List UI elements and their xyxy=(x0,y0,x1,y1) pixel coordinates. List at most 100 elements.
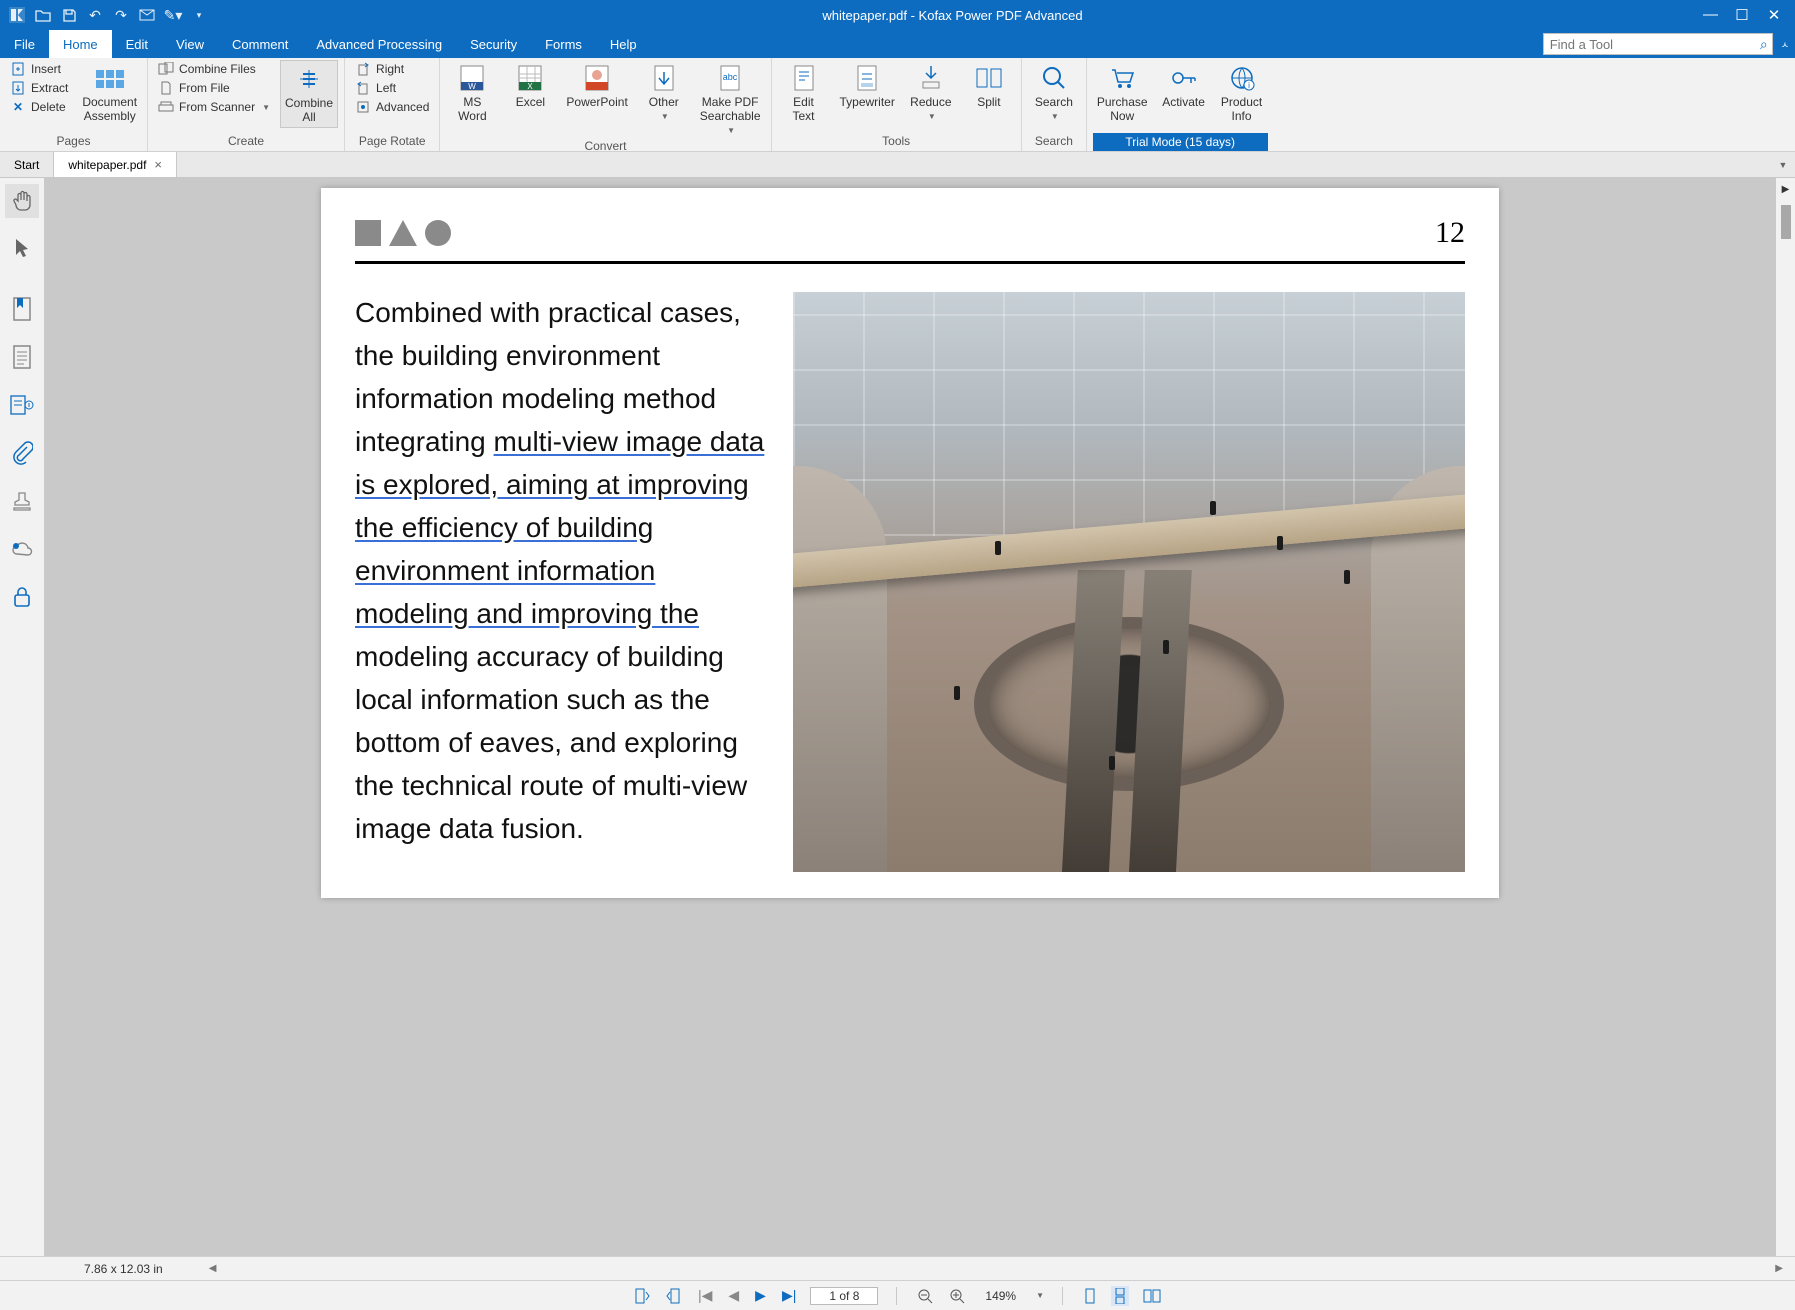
combine-all-label: Combine All xyxy=(285,97,333,125)
facing-view-icon[interactable] xyxy=(1141,1289,1163,1303)
undo-icon[interactable]: ↶ xyxy=(86,6,104,24)
make-pdf-searchable-label: Make PDF Searchable xyxy=(700,96,761,124)
from-file-button[interactable]: From File xyxy=(154,79,274,97)
from-scanner-button[interactable]: From Scanner ▼ xyxy=(154,98,274,116)
vertical-scrollbar-thumb[interactable] xyxy=(1781,205,1791,239)
combine-files-label: Combine Files xyxy=(179,62,256,76)
first-page-icon[interactable]: |◀ xyxy=(696,1287,714,1304)
menu-comment[interactable]: Comment xyxy=(218,30,302,58)
ribbon-group-search-label: Search xyxy=(1028,132,1080,151)
convert-ppt-button[interactable]: PowerPoint xyxy=(562,60,631,112)
menu-edit[interactable]: Edit xyxy=(112,30,162,58)
menu-file[interactable]: File xyxy=(0,30,49,58)
rotate-left-button[interactable]: Left xyxy=(351,79,433,97)
continuous-view-icon[interactable] xyxy=(1111,1286,1129,1306)
rotate-right-button[interactable]: Right xyxy=(351,60,433,78)
document-assembly-button[interactable]: Document Assembly xyxy=(78,60,141,126)
mail-icon[interactable] xyxy=(138,6,156,24)
extract-button[interactable]: Extract xyxy=(6,79,72,97)
fit-page-icon[interactable] xyxy=(632,1288,652,1304)
tab-start[interactable]: Start xyxy=(0,152,54,177)
page-image xyxy=(793,292,1465,872)
maximize-button[interactable]: ☐ xyxy=(1735,6,1749,24)
search-icon[interactable]: ⌕ xyxy=(1760,36,1768,53)
reduce-label: Reduce xyxy=(910,96,951,110)
make-pdf-searchable-button[interactable]: abcMake PDF Searchable▼ xyxy=(696,60,765,137)
combine-all-button[interactable]: Combine All xyxy=(280,60,338,128)
qat-customize-icon[interactable]: ▾ xyxy=(190,6,208,24)
quick-access-toolbar: ↶ ↷ ✎▾ ▾ xyxy=(0,6,216,24)
ribbon-collapse-icon[interactable]: ㅅ xyxy=(1781,38,1795,51)
document-assembly-icon xyxy=(94,62,126,94)
convert-word-button[interactable]: WMS Word xyxy=(446,60,498,126)
form-panel-icon[interactable] xyxy=(5,388,39,422)
find-a-tool[interactable]: ⌕ xyxy=(1543,33,1773,55)
expand-right-panel-icon[interactable]: ▶ xyxy=(1782,184,1790,195)
from-scanner-label: From Scanner xyxy=(179,100,255,114)
scroll-right-icon[interactable]: ▶ xyxy=(1775,1263,1783,1274)
zoom-out-icon[interactable] xyxy=(915,1288,935,1304)
powerpoint-icon xyxy=(581,62,613,94)
chevron-down-icon: ▼ xyxy=(928,112,936,121)
page-indicator[interactable]: 1 of 8 xyxy=(810,1287,878,1305)
menu-advanced-processing[interactable]: Advanced Processing xyxy=(302,30,456,58)
edit-text-button[interactable]: Edit Text xyxy=(778,60,830,126)
word-icon: W xyxy=(456,62,488,94)
delete-button[interactable]: ✕Delete xyxy=(6,98,72,116)
page-viewport[interactable]: 12 Combined with practical cases, the bu… xyxy=(45,178,1775,1256)
page-dimensions: 7.86 x 12.03 in xyxy=(84,1262,163,1276)
find-a-tool-input[interactable] xyxy=(1544,37,1772,52)
menu-forms[interactable]: Forms xyxy=(531,30,596,58)
convert-excel-button[interactable]: XExcel xyxy=(504,60,556,112)
security-panel-icon[interactable] xyxy=(5,580,39,614)
split-button[interactable]: Split xyxy=(963,60,1015,112)
scroll-left-icon[interactable]: ◀ xyxy=(209,1263,217,1274)
attachment-panel-icon[interactable] xyxy=(5,436,39,470)
tabs-dropdown[interactable]: ▼ xyxy=(1771,152,1795,177)
zoom-dropdown-icon[interactable]: ▼ xyxy=(1036,1291,1044,1300)
hand-tool[interactable] xyxy=(5,184,39,218)
prev-page-icon[interactable]: ◀ xyxy=(726,1287,741,1304)
zoom-in-icon[interactable] xyxy=(947,1288,967,1304)
select-tool[interactable] xyxy=(5,232,39,266)
menu-help[interactable]: Help xyxy=(596,30,651,58)
fit-width-icon[interactable] xyxy=(664,1288,684,1304)
convert-other-button[interactable]: Other▼ xyxy=(638,60,690,123)
extract-label: Extract xyxy=(31,81,68,95)
open-icon[interactable] xyxy=(34,6,52,24)
bookmark-panel-icon[interactable] xyxy=(5,292,39,326)
minimize-button[interactable]: — xyxy=(1703,6,1717,24)
close-button[interactable]: ✕ xyxy=(1767,6,1781,24)
tools-icon[interactable]: ✎▾ xyxy=(164,6,182,24)
product-info-label: Product Info xyxy=(1221,96,1262,124)
rotate-left-label: Left xyxy=(376,81,396,95)
purchase-now-button[interactable]: Purchase Now xyxy=(1093,60,1152,126)
menu-security[interactable]: Security xyxy=(456,30,531,58)
close-tab-icon[interactable]: × xyxy=(154,157,162,172)
save-icon[interactable] xyxy=(60,6,78,24)
ribbon-group-trial: Purchase Now Activate iProduct Info Tria… xyxy=(1087,58,1274,151)
search-button[interactable]: Search▼ xyxy=(1028,60,1080,123)
activate-button[interactable]: Activate xyxy=(1158,60,1210,112)
content-area: 12 Combined with practical cases, the bu… xyxy=(0,178,1795,1256)
cloud-panel-icon[interactable] xyxy=(5,532,39,566)
tab-whitepaper[interactable]: whitepaper.pdf× xyxy=(54,152,177,177)
last-page-icon[interactable]: ▶| xyxy=(780,1287,798,1304)
pages-panel-icon[interactable] xyxy=(5,340,39,374)
product-info-button[interactable]: iProduct Info xyxy=(1216,60,1268,126)
single-page-view-icon[interactable] xyxy=(1081,1288,1099,1304)
triangle-icon xyxy=(389,220,417,246)
redo-icon[interactable]: ↷ xyxy=(112,6,130,24)
menu-view[interactable]: View xyxy=(162,30,218,58)
rotate-advanced-button[interactable]: Advanced xyxy=(351,98,433,116)
reduce-button[interactable]: Reduce ▼ xyxy=(905,60,957,123)
chevron-down-icon: ▼ xyxy=(262,103,270,112)
menu-home[interactable]: Home xyxy=(49,30,112,58)
insert-button[interactable]: Insert xyxy=(6,60,72,78)
next-page-icon[interactable]: ▶ xyxy=(753,1287,768,1304)
window-controls: — ☐ ✕ xyxy=(1689,6,1795,24)
status-bar-dimensions: 7.86 x 12.03 in ◀ ▶ xyxy=(0,1256,1795,1280)
typewriter-button[interactable]: Typewriter xyxy=(836,60,899,112)
stamp-panel-icon[interactable] xyxy=(5,484,39,518)
combine-files-button[interactable]: Combine Files xyxy=(154,60,274,78)
